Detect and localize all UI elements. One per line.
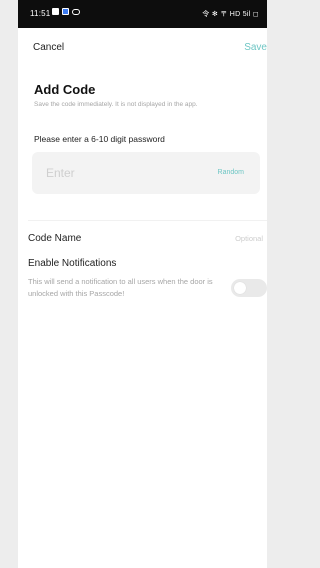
page-subtitle: Save the code immediately. It is not dis… (34, 101, 198, 108)
key-icon (72, 8, 80, 15)
password-input[interactable] (46, 165, 186, 181)
status-icons-left (52, 8, 80, 15)
code-name-label: Code Name (28, 233, 82, 244)
divider (28, 220, 267, 221)
page-title: Add Code (34, 82, 96, 97)
message-icon (52, 8, 59, 15)
status-indicators: 令 ✻ 〒 HD 5il ◻ (202, 11, 259, 18)
password-field-container: Random (32, 152, 260, 194)
status-time: 11:51 (30, 9, 51, 18)
toggle-knob (234, 282, 246, 294)
save-button[interactable]: Save (239, 42, 267, 53)
cancel-button[interactable]: Cancel (33, 42, 64, 53)
notifications-description: This will send a notification to all use… (28, 277, 213, 298)
notifications-title: Enable Notifications (28, 258, 117, 269)
app-notification-icon (62, 8, 69, 15)
random-button[interactable]: Random (218, 169, 244, 176)
password-prompt: Please enter a 6-10 digit password (34, 134, 165, 144)
status-bar: 11:51 令 ✻ 〒 HD 5il ◻ (18, 0, 267, 28)
code-name-input[interactable] (173, 231, 263, 245)
notifications-toggle[interactable] (231, 279, 267, 297)
app-screen: 11:51 令 ✻ 〒 HD 5il ◻ Cancel Save Add Cod… (18, 0, 267, 568)
